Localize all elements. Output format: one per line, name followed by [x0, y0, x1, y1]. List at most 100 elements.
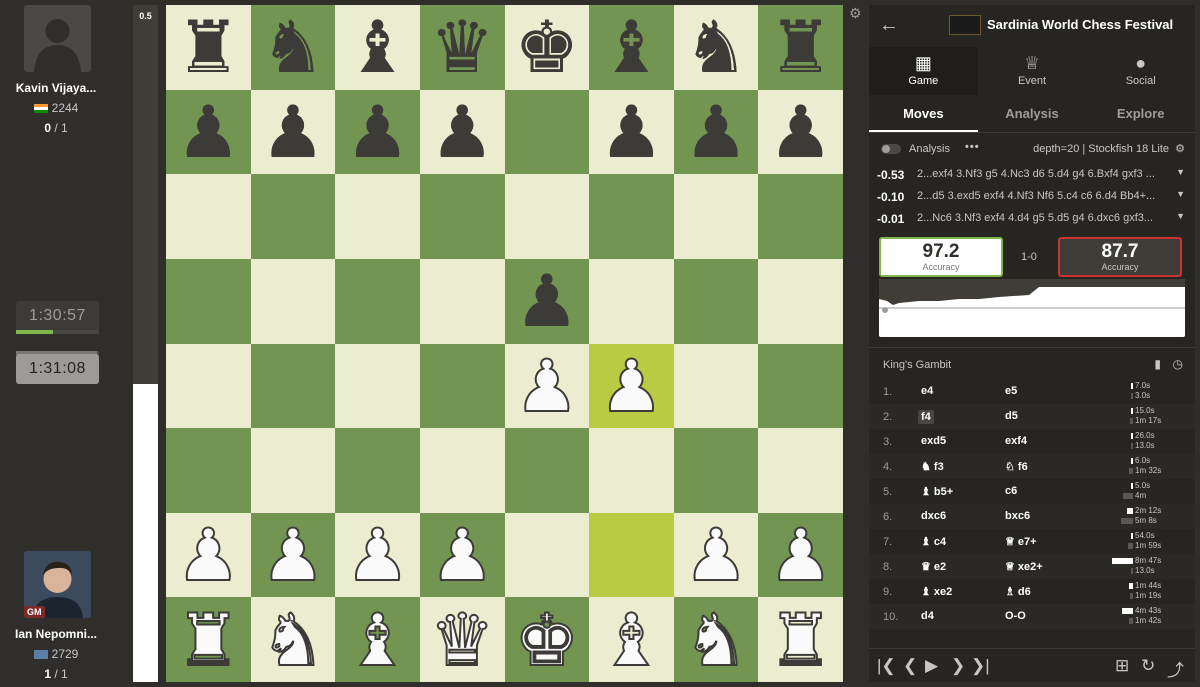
- black-pawn-icon[interactable]: ♟: [684, 96, 749, 168]
- black-move[interactable]: ♕ xe2+: [1005, 560, 1043, 573]
- black-pawn-icon[interactable]: ♟: [176, 96, 241, 168]
- square-e6[interactable]: [504, 174, 590, 259]
- square-a7[interactable]: ♟: [166, 89, 251, 175]
- white-rook-icon[interactable]: ♜: [767, 603, 834, 677]
- square-g6[interactable]: [673, 174, 759, 259]
- bottom-player-name[interactable]: Ian Nepomni...: [4, 627, 108, 641]
- square-b5[interactable]: [250, 258, 336, 344]
- square-c1[interactable]: ♝: [335, 597, 420, 682]
- square-b3[interactable]: [250, 428, 336, 513]
- engine-line[interactable]: -0.01 2...Nc6 3.Nf3 exf4 4.d4 g5 5.d5 g4 …: [869, 207, 1195, 229]
- square-g2[interactable]: ♟: [673, 512, 759, 598]
- square-d5[interactable]: [419, 258, 505, 344]
- black-knight-icon[interactable]: ♞: [684, 11, 749, 83]
- square-d8[interactable]: ♛: [419, 5, 505, 90]
- black-bishop-icon[interactable]: ♝: [599, 11, 664, 83]
- black-pawn-icon[interactable]: ♟: [515, 265, 580, 337]
- black-pawn-icon[interactable]: ♟: [430, 96, 495, 168]
- square-c7[interactable]: ♟: [335, 89, 420, 175]
- square-h4[interactable]: [758, 343, 843, 429]
- tab-event[interactable]: ♕ Event: [978, 47, 1087, 95]
- square-h3[interactable]: [758, 428, 843, 513]
- square-a5[interactable]: [166, 258, 251, 344]
- white-bishop-icon[interactable]: ♝: [344, 603, 411, 677]
- square-g7[interactable]: ♟: [673, 89, 759, 175]
- black-move[interactable]: ♕ e7+: [1005, 535, 1037, 548]
- first-move-icon[interactable]: |❮: [877, 656, 896, 676]
- white-queen-icon[interactable]: ♛: [429, 603, 496, 677]
- square-f4[interactable]: ♟: [589, 343, 674, 429]
- black-move[interactable]: d5: [1005, 410, 1018, 422]
- square-f8[interactable]: ♝: [589, 5, 674, 90]
- square-a4[interactable]: [166, 343, 251, 429]
- square-d4[interactable]: [419, 343, 505, 429]
- white-pawn-icon[interactable]: ♟: [344, 518, 411, 592]
- white-pawn-icon[interactable]: ♟: [514, 349, 581, 423]
- white-pawn-icon[interactable]: ♟: [767, 518, 834, 592]
- black-rook-icon[interactable]: ♜: [768, 11, 833, 83]
- bottom-player-avatar[interactable]: GM: [24, 551, 91, 618]
- white-move[interactable]: dxc6: [921, 510, 946, 522]
- white-pawn-icon[interactable]: ♟: [598, 349, 665, 423]
- black-bishop-icon[interactable]: ♝: [345, 11, 410, 83]
- square-d6[interactable]: [419, 174, 505, 259]
- white-knight-icon[interactable]: ♞: [260, 603, 327, 677]
- square-e1[interactable]: ♚: [504, 597, 590, 682]
- square-a2[interactable]: ♟: [166, 512, 251, 598]
- square-c2[interactable]: ♟: [335, 512, 420, 598]
- previous-move-icon[interactable]: ❮: [903, 656, 917, 676]
- square-e8[interactable]: ♚: [504, 5, 590, 90]
- black-pawn-icon[interactable]: ♟: [768, 96, 833, 168]
- square-c3[interactable]: [335, 428, 420, 513]
- white-pawn-icon[interactable]: ♟: [429, 518, 496, 592]
- square-e5[interactable]: ♟: [504, 258, 590, 344]
- expand-line-icon[interactable]: ▼: [1176, 211, 1185, 221]
- square-c6[interactable]: [335, 174, 420, 259]
- square-c4[interactable]: [335, 343, 420, 429]
- white-move[interactable]: ♝ c4: [921, 535, 946, 548]
- square-e2[interactable]: [504, 512, 590, 598]
- square-d2[interactable]: ♟: [419, 512, 505, 598]
- square-e3[interactable]: [504, 428, 590, 513]
- square-f3[interactable]: [589, 428, 674, 513]
- square-h1[interactable]: ♜: [758, 597, 843, 682]
- white-move[interactable]: ♝ xe2: [921, 585, 952, 598]
- board-settings-gear-icon[interactable]: ⚙: [849, 6, 863, 20]
- flip-board-icon[interactable]: ↻: [1141, 656, 1155, 676]
- square-c8[interactable]: ♝: [335, 5, 420, 90]
- white-rook-icon[interactable]: ♜: [175, 603, 242, 677]
- square-b2[interactable]: ♟: [250, 512, 336, 598]
- square-h5[interactable]: [758, 258, 843, 344]
- square-f6[interactable]: [589, 174, 674, 259]
- last-move-icon[interactable]: ❯|: [971, 656, 990, 676]
- black-move[interactable]: ♗ d6: [1005, 585, 1031, 598]
- white-move[interactable]: e4: [921, 385, 933, 397]
- black-pawn-icon[interactable]: ♟: [345, 96, 410, 168]
- black-king-icon[interactable]: ♚: [515, 11, 580, 83]
- square-h6[interactable]: [758, 174, 843, 259]
- book-icon[interactable]: ▮: [1154, 357, 1161, 371]
- analysis-toggle[interactable]: [881, 144, 901, 154]
- expand-line-icon[interactable]: ▼: [1176, 189, 1185, 199]
- white-move[interactable]: ♞ f3: [921, 460, 944, 473]
- white-bishop-icon[interactable]: ♝: [598, 603, 665, 677]
- square-a6[interactable]: [166, 174, 251, 259]
- square-h2[interactable]: ♟: [758, 512, 843, 598]
- event-title[interactable]: Sardinia World Chess Festival: [987, 17, 1173, 32]
- engine-line[interactable]: -0.10 2...d5 3.exd5 exf4 4.Nf3 Nf6 5.c4 c…: [869, 185, 1195, 207]
- square-h7[interactable]: ♟: [758, 89, 843, 175]
- next-move-icon[interactable]: ❯: [951, 656, 965, 676]
- black-move[interactable]: exf4: [1005, 435, 1027, 447]
- tab-explore[interactable]: Explore: [1086, 95, 1195, 132]
- tab-moves[interactable]: Moves: [869, 95, 978, 132]
- black-rook-icon[interactable]: ♜: [176, 11, 241, 83]
- black-move[interactable]: e5: [1005, 385, 1017, 397]
- play-icon[interactable]: ▶: [925, 656, 938, 676]
- square-e4[interactable]: ♟: [504, 343, 590, 429]
- square-c5[interactable]: [335, 258, 420, 344]
- add-game-icon[interactable]: ⊞: [1115, 656, 1129, 676]
- white-pawn-icon[interactable]: ♟: [683, 518, 750, 592]
- evaluation-graph[interactable]: [879, 279, 1185, 337]
- tab-analysis[interactable]: Analysis: [978, 95, 1087, 132]
- square-g5[interactable]: [673, 258, 759, 344]
